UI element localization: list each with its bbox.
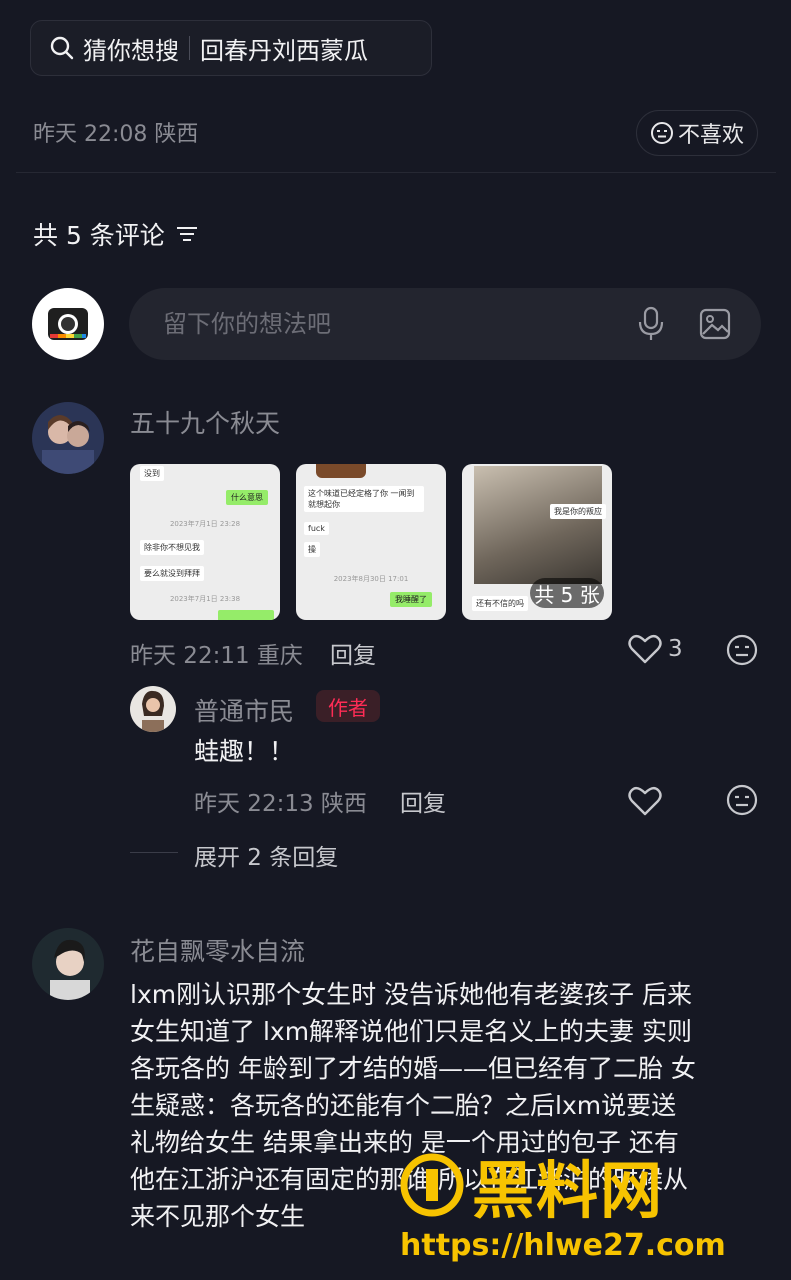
chat-text: 要么就没到拜拜 xyxy=(140,566,204,581)
reply-dislike-face-icon[interactable] xyxy=(726,784,758,816)
chat-time: 2023年8月30日 17:01 xyxy=(333,575,409,583)
like-button[interactable]: 3 xyxy=(628,634,683,664)
heart-icon xyxy=(628,634,662,664)
chat-text: 还有不信的吗 xyxy=(472,596,528,611)
expand-divider xyxy=(130,852,178,853)
chat-bubble xyxy=(218,610,274,620)
section-divider xyxy=(16,172,776,173)
reply-avatar[interactable] xyxy=(130,686,176,732)
comment-text-line: 各玩各的 年龄到了才结的婚——但已经有了二胎 女 xyxy=(130,1054,696,1083)
chat-text: 什么意思 xyxy=(226,490,268,505)
image-picker-icon[interactable] xyxy=(699,308,731,340)
author-badge: 作者 xyxy=(316,690,380,722)
chat-text: 这个味道已经定格了你 一闻到就想起你 xyxy=(304,486,424,512)
comment-time-location: 昨天 22:11 重庆 xyxy=(130,643,303,669)
post-time-location: 昨天 22:08 陕西 xyxy=(33,122,199,147)
search-separator xyxy=(189,36,190,60)
photo-strip xyxy=(316,464,366,478)
dislike-face-icon[interactable] xyxy=(726,634,758,666)
microphone-icon[interactable] xyxy=(637,306,665,342)
expand-replies-button[interactable]: 展开 2 条回复 xyxy=(194,838,338,872)
meh-face-icon xyxy=(650,121,674,145)
comments-count-header: 共 5 条评论 xyxy=(33,216,199,252)
search-suggestion[interactable]: 回春丹刘西蒙瓜 xyxy=(200,31,368,66)
chat-text: fuck xyxy=(304,522,329,535)
reply-reply-button[interactable]: 回复 xyxy=(400,784,446,818)
photo-content xyxy=(474,466,602,584)
comment-text-line: lxm刚认识那个女生时 没告诉她他有老婆孩子 后来 xyxy=(130,980,692,1009)
comment-image-1[interactable]: 没到 什么意思 2023年7月1日 23:28 除非你不想见我 要么就没到拜拜 … xyxy=(130,464,280,620)
chat-text: 我睡醒了 xyxy=(390,592,432,607)
reply-text: 蛙趣！！ xyxy=(194,737,295,766)
comment-text-line: 女生知道了 lxm解释说他们只是名义上的夫妻 实则 xyxy=(130,1017,692,1046)
comment-image-2[interactable]: 这个味道已经定格了你 一闻到就想起你 fuck 操 2023年8月30日 17:… xyxy=(296,464,446,620)
reply-time-location: 昨天 22:13 陕西 xyxy=(194,791,367,817)
watermark-logo-text: 黑料网 xyxy=(472,1154,665,1227)
chat-time: 2023年7月1日 23:38 xyxy=(169,595,241,603)
reply-heart-icon[interactable] xyxy=(628,786,662,816)
camera-logo-icon xyxy=(46,304,90,344)
chat-text: 没到 xyxy=(140,466,164,481)
comment-avatar[interactable] xyxy=(32,928,104,1000)
search-suggestion-chip[interactable]: 猜你想搜 回春丹刘西蒙瓜 xyxy=(30,20,432,76)
comment-username[interactable]: 花自飘零水自流 xyxy=(130,932,305,968)
dislike-label: 不喜欢 xyxy=(677,123,744,148)
chat-text: 操 xyxy=(304,542,320,557)
comment-username[interactable]: 五十九个秋天 xyxy=(130,404,280,440)
sort-filter-icon[interactable] xyxy=(175,223,199,245)
my-avatar[interactable] xyxy=(32,288,104,360)
chat-text: 我是你的叛应 xyxy=(550,504,606,519)
watermark-logo: 黑料网 xyxy=(400,1140,664,1230)
comments-count-title: 共 5 条评论 xyxy=(33,221,165,250)
comment-input-bar[interactable] xyxy=(129,288,761,360)
comment-avatar[interactable] xyxy=(32,402,104,474)
like-count: 3 xyxy=(668,636,683,662)
watermark-url: https://hlwe27.com xyxy=(400,1228,726,1263)
search-label: 猜你想搜 xyxy=(83,36,179,65)
search-icon xyxy=(49,35,75,61)
dislike-button[interactable]: 不喜欢 xyxy=(636,110,758,156)
reply-username[interactable]: 普通市民 xyxy=(194,692,294,728)
comment-text-line: 生疑惑：各玩各的还能有个二胎？之后lxm说要送 xyxy=(130,1091,677,1120)
watermark-emblem-icon xyxy=(400,1153,464,1217)
reply-button[interactable]: 回复 xyxy=(330,636,376,670)
more-images-badge[interactable]: 共 5 张 xyxy=(530,578,604,608)
chat-text: 除非你不想见我 xyxy=(140,540,204,555)
comment-input[interactable] xyxy=(161,309,625,339)
chat-time: 2023年7月1日 23:28 xyxy=(169,520,241,528)
